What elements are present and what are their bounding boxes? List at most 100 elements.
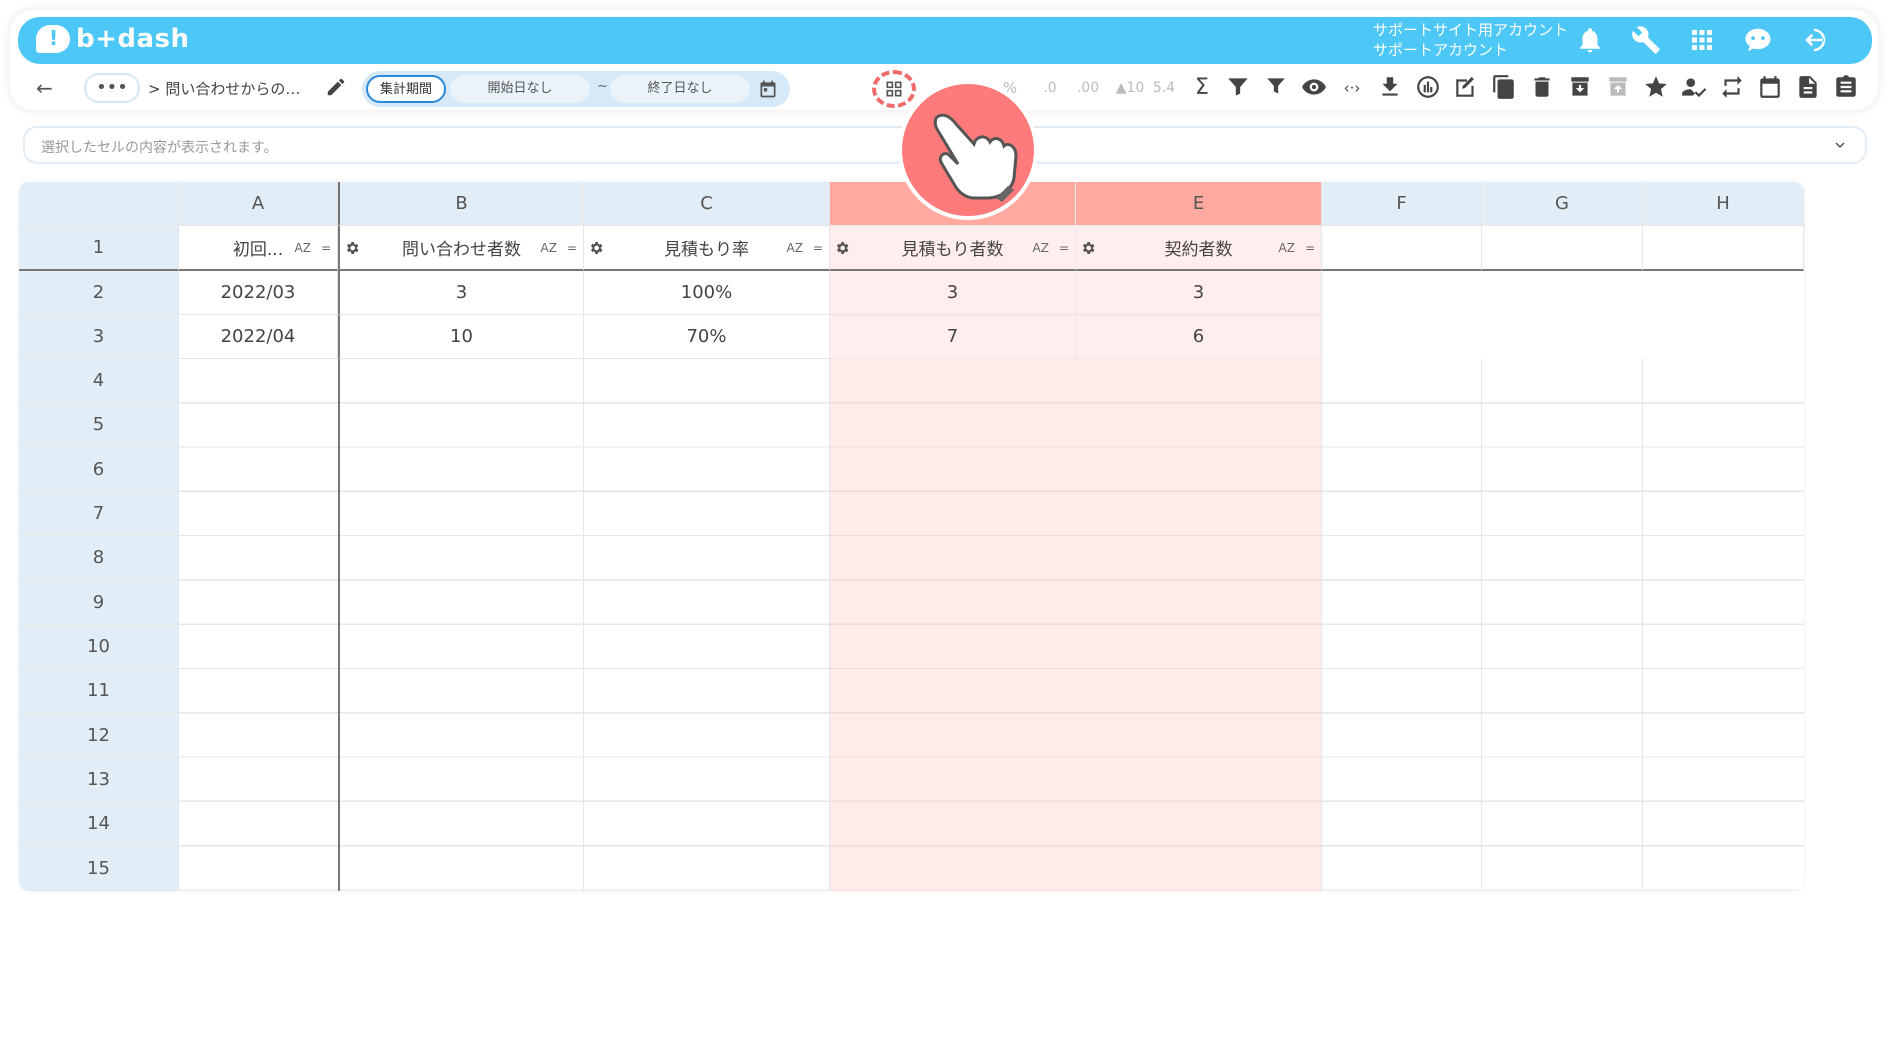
- field-header-b[interactable]: 問い合わせ者数 AZ =: [338, 226, 584, 271]
- table-cell[interactable]: 3: [338, 271, 584, 315]
- grid-corner[interactable]: [19, 182, 179, 226]
- chat-robot-icon[interactable]: [1742, 25, 1774, 55]
- decimal-increase-icon[interactable]: .00: [1074, 74, 1102, 102]
- field-header-d[interactable]: 見積もり者数 AZ =: [830, 226, 1076, 271]
- column-header-g[interactable]: G: [1482, 182, 1643, 226]
- gear-icon[interactable]: [588, 240, 604, 256]
- star-icon[interactable]: [1642, 74, 1670, 102]
- logo-bubble-icon: [36, 25, 70, 53]
- row-header[interactable]: 3: [19, 315, 179, 359]
- sort-az-icon[interactable]: AZ: [1033, 241, 1049, 255]
- apps-icon[interactable]: [1686, 25, 1718, 55]
- chart-icon[interactable]: [1414, 74, 1442, 102]
- column-header-c[interactable]: C: [584, 182, 830, 226]
- filter-settings-icon[interactable]: [1224, 74, 1252, 102]
- field-header-a[interactable]: 初回... AZ =: [179, 226, 338, 271]
- period-selector: 集計期間 開始日なし ~ 終了日なし: [362, 71, 790, 107]
- spreadsheet-grid: A B C E F G H 1 2 3 4 5 6 7 8 9 10 11 12…: [19, 182, 1804, 891]
- cell-g1[interactable]: [1482, 226, 1643, 271]
- table-cell[interactable]: 3: [830, 271, 1076, 315]
- column-header-a[interactable]: A: [179, 182, 338, 226]
- clipboard-icon[interactable]: [1832, 74, 1860, 102]
- end-date-field[interactable]: 終了日なし: [610, 75, 750, 103]
- table-cell[interactable]: 2022/04: [179, 315, 338, 359]
- column-header-f[interactable]: F: [1322, 182, 1482, 226]
- archive-icon[interactable]: [1566, 74, 1594, 102]
- field-header-label: 見積もり者数: [901, 240, 1004, 260]
- wrench-icon[interactable]: [1630, 25, 1662, 55]
- download-icon[interactable]: [1376, 74, 1404, 102]
- decimal-decrease-icon[interactable]: .0: [1036, 74, 1064, 102]
- sort-az-icon[interactable]: AZ: [1279, 241, 1295, 255]
- row-header[interactable]: 6: [19, 447, 179, 492]
- row-header[interactable]: 2: [19, 271, 179, 315]
- table-cell[interactable]: 10: [338, 315, 584, 359]
- code-icon[interactable]: ‹·›: [1338, 74, 1366, 102]
- unit-up-icon[interactable]: ▲10: [1110, 74, 1150, 102]
- bell-icon[interactable]: [1574, 25, 1606, 55]
- filter-lines-icon[interactable]: =: [813, 241, 823, 255]
- row-header[interactable]: 13: [19, 758, 179, 802]
- column-header-h[interactable]: H: [1643, 182, 1804, 226]
- column-header-b[interactable]: B: [338, 182, 584, 226]
- sort-az-icon[interactable]: AZ: [295, 241, 311, 255]
- schedule-icon[interactable]: [1756, 74, 1784, 102]
- filter-lines-icon[interactable]: =: [1059, 241, 1069, 255]
- filter-lines-icon[interactable]: =: [567, 241, 577, 255]
- filter-icon[interactable]: [1262, 74, 1290, 102]
- user-check-icon[interactable]: [1680, 74, 1708, 102]
- logo[interactable]: b+dash: [36, 24, 190, 54]
- column-line: [1321, 359, 1322, 891]
- cell-h1[interactable]: [1643, 226, 1804, 271]
- column-line: [1642, 359, 1643, 891]
- gear-icon[interactable]: [834, 240, 850, 256]
- row-header[interactable]: 7: [19, 492, 179, 536]
- repeat-icon[interactable]: [1718, 74, 1746, 102]
- table-cell[interactable]: 6: [1076, 315, 1322, 359]
- logout-icon[interactable]: [1798, 25, 1830, 55]
- row-header[interactable]: 15: [19, 846, 179, 891]
- table-cell[interactable]: 7: [830, 315, 1076, 359]
- column-header-e[interactable]: E: [1076, 182, 1322, 226]
- sort-az-icon[interactable]: AZ: [787, 241, 803, 255]
- row-header[interactable]: 8: [19, 536, 179, 580]
- more-button[interactable]: •••: [84, 73, 140, 103]
- eye-icon[interactable]: [1300, 74, 1328, 102]
- format-icon[interactable]: 5.4: [1150, 74, 1178, 102]
- calendar-icon[interactable]: [758, 79, 778, 99]
- account-info[interactable]: サポートサイト用アカウント サポートアカウント: [1373, 20, 1568, 60]
- row-header[interactable]: 1: [19, 226, 179, 271]
- row-header[interactable]: 10: [19, 625, 179, 669]
- row-header[interactable]: 9: [19, 580, 179, 625]
- back-button[interactable]: ←: [36, 76, 53, 100]
- chevron-down-icon[interactable]: [1831, 136, 1849, 154]
- row-header[interactable]: 14: [19, 802, 179, 846]
- table-cell[interactable]: 70%: [584, 315, 830, 359]
- row-header[interactable]: 11: [19, 669, 179, 713]
- table-cell[interactable]: 3: [1076, 271, 1322, 315]
- field-header-e[interactable]: 契約者数 AZ =: [1076, 226, 1322, 271]
- row-header[interactable]: 4: [19, 359, 179, 403]
- gear-icon[interactable]: [1080, 240, 1096, 256]
- sort-az-icon[interactable]: AZ: [541, 241, 557, 255]
- breadcrumb[interactable]: > 問い合わせからの…: [148, 78, 300, 99]
- gear-icon[interactable]: [344, 240, 360, 256]
- row-header[interactable]: 12: [19, 713, 179, 758]
- column-line: [583, 359, 584, 891]
- table-cell[interactable]: 2022/03: [179, 271, 338, 315]
- pencil-icon[interactable]: [325, 76, 347, 98]
- unarchive-icon[interactable]: [1604, 74, 1632, 102]
- filter-lines-icon[interactable]: =: [321, 241, 331, 255]
- copy-icon[interactable]: [1490, 74, 1518, 102]
- cell-f1[interactable]: [1322, 226, 1482, 271]
- filter-lines-icon[interactable]: =: [1305, 241, 1315, 255]
- trash-icon[interactable]: [1528, 74, 1556, 102]
- start-date-field[interactable]: 開始日なし: [450, 75, 590, 103]
- edit-icon[interactable]: [1452, 74, 1480, 102]
- sigma-icon[interactable]: Σ: [1188, 74, 1216, 102]
- table-cell[interactable]: 100%: [584, 271, 830, 315]
- document-icon[interactable]: [1794, 74, 1822, 102]
- field-header-c[interactable]: 見積もり率 AZ =: [584, 226, 830, 271]
- row-header[interactable]: 5: [19, 403, 179, 447]
- period-label-button[interactable]: 集計期間: [366, 75, 446, 103]
